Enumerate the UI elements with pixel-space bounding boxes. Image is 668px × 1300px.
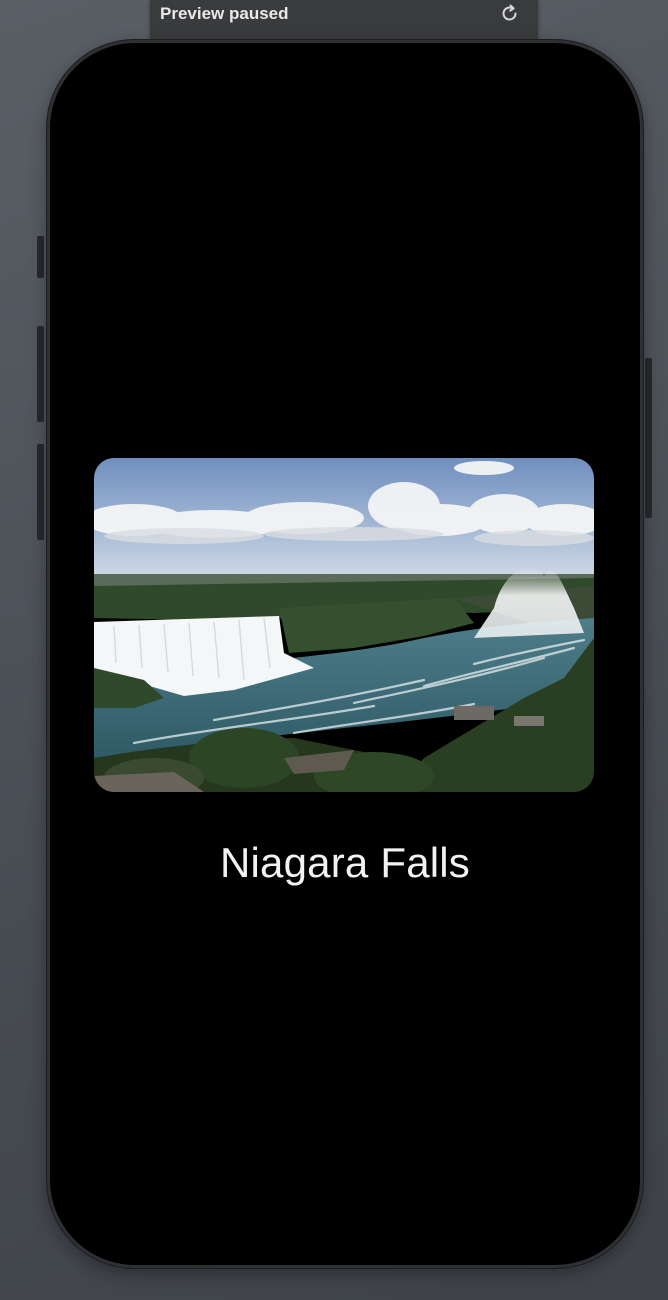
- preview-status-label: Preview paused: [160, 4, 289, 23]
- refresh-button[interactable]: [498, 2, 522, 26]
- xcode-preview-canvas: { "preview_bar": { "status_label": "Prev…: [0, 0, 668, 1300]
- refresh-icon: [502, 4, 517, 21]
- device-screen: Niagara Falls: [47, 40, 643, 1268]
- device-volume-down-button: [37, 444, 44, 540]
- waterfall-photo: [94, 458, 594, 792]
- place-title: Niagara Falls: [219, 839, 471, 886]
- device-volume-up-button: [37, 326, 44, 422]
- preview-status-bar: Preview paused: [150, 0, 538, 42]
- device-power-button: [645, 358, 652, 518]
- device-silent-switch: [37, 236, 44, 278]
